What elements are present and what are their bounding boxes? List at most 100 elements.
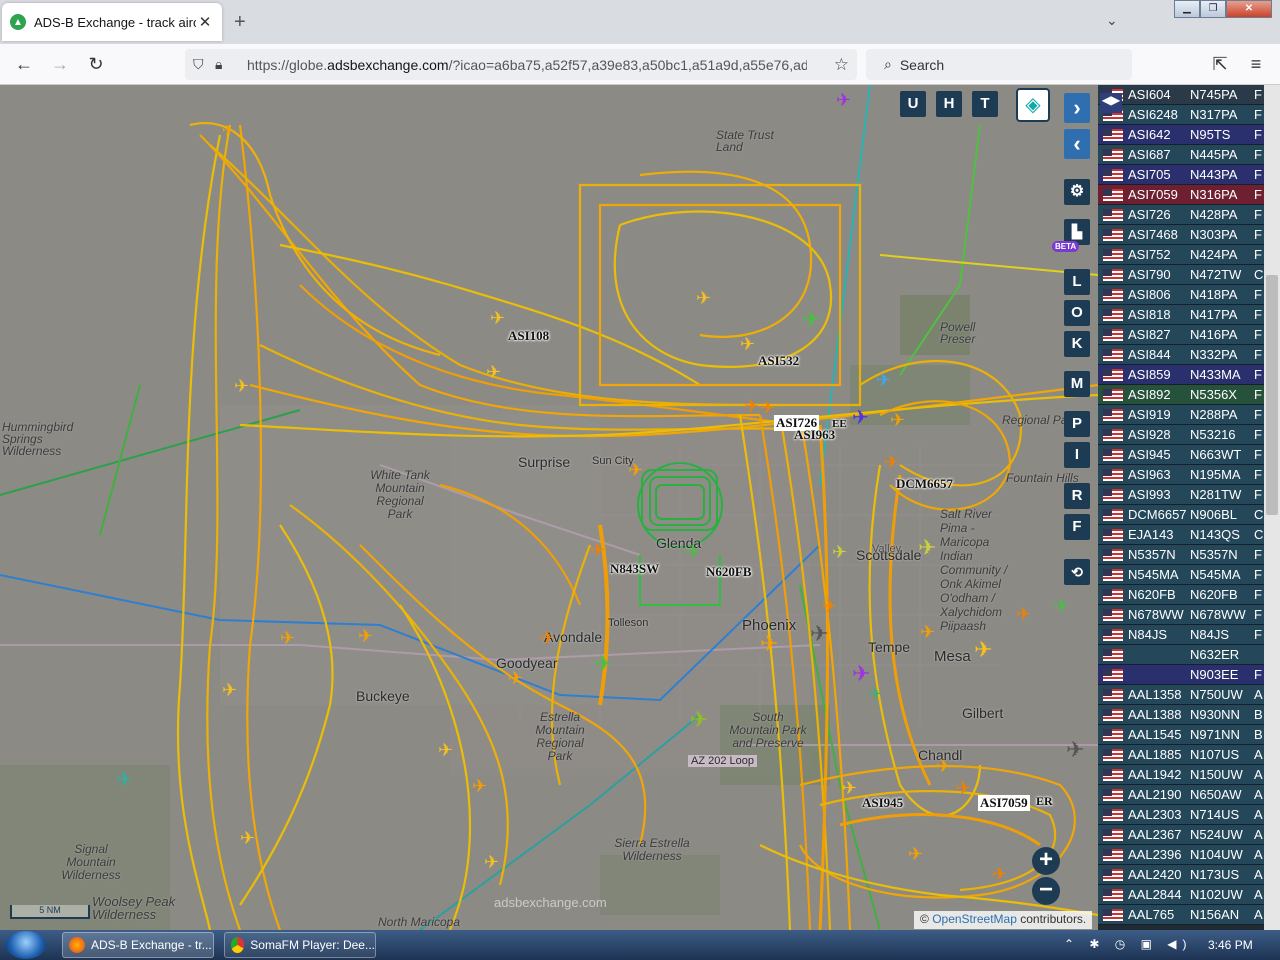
tracking-shield-icon[interactable]: ⛉ [193,56,215,73]
lock-icon[interactable]: 🔒︎ [215,56,237,73]
flight-map[interactable]: Hummingbird Springs Wilderness White Tan… [0,85,1098,930]
table-row[interactable]: ASI993 N281TW F [1098,485,1266,505]
aircraft-label[interactable]: ASI963 [794,427,835,443]
back-icon[interactable]: ← [12,53,36,77]
table-row[interactable]: ASI687 N445PA F [1098,145,1266,165]
table-row[interactable]: ASI844 N332PA F [1098,345,1266,365]
system-tray[interactable]: ⌃ ✱ ◷ ▣ ◀) [1064,937,1192,951]
aircraft-icon[interactable]: ✈ [686,543,701,561]
aircraft-icon[interactable]: ✈ [920,623,935,641]
map-button-r[interactable]: R [1064,483,1090,509]
table-row[interactable]: N678WW N678WW F [1098,605,1266,625]
table-row[interactable]: AAL1358 N750UW A [1098,685,1266,705]
aircraft-label[interactable]: ASI945 [862,795,903,811]
table-row[interactable]: ASI919 N288PA F [1098,405,1266,425]
aircraft-label[interactable]: DCM6657 [896,476,953,492]
aircraft-icon[interactable]: ✈ [1016,605,1031,623]
table-row[interactable]: ASI705 N443PA F [1098,165,1266,185]
table-row[interactable]: ASI859 N433MA F [1098,365,1266,385]
aircraft-icon[interactable]: ✈ [810,623,828,645]
table-row[interactable]: ASI7468 N303PA F [1098,225,1266,245]
scrollbar-thumb[interactable] [1266,275,1278,515]
aircraft-icon[interactable]: ✈ [490,309,505,327]
aircraft-icon[interactable]: ✈ [760,633,778,655]
aircraft-icon[interactable]: ✈ [116,770,133,790]
table-row[interactable]: AAL2396 N104UW A [1098,845,1266,865]
aircraft-label[interactable]: N843SW [610,561,659,577]
map-button-p[interactable]: P [1064,411,1090,437]
aircraft-icon[interactable]: ✈ [590,541,605,559]
aircraft-icon[interactable]: ✈ [222,121,234,139]
aircraft-icon[interactable]: ✈ [486,363,501,381]
aircraft-icon[interactable]: ✈ [822,597,837,615]
table-row[interactable]: ASI6248 N317PA F [1098,105,1266,125]
aircraft-icon[interactable]: ✈ [876,371,891,389]
sidebar-scrollbar[interactable] [1264,85,1280,930]
table-row[interactable]: AAL1885 N107US A [1098,745,1266,765]
extensions-icon[interactable]: ⇱ [1208,53,1232,77]
table-row[interactable]: AAL1942 N150UW A [1098,765,1266,785]
aircraft-icon[interactable]: ✈ [1054,597,1069,615]
replay-icon[interactable]: ⟲ [1064,559,1090,585]
aircraft-label[interactable]: N620FB [706,564,752,580]
map-button-l[interactable]: L [1064,269,1090,295]
aircraft-label[interactable]: ASI7059 [978,795,1030,811]
aircraft-icon[interactable]: ✈ [484,853,499,871]
table-row[interactable]: AAL765 N156AN A [1098,905,1266,925]
aircraft-icon[interactable]: ✈ [744,397,759,415]
table-row[interactable]: ASI892 N5356X F [1098,385,1266,405]
aircraft-icon[interactable]: ✈ [842,779,857,797]
table-row[interactable]: ASI806 N418PA F [1098,285,1266,305]
aircraft-icon[interactable]: ✈ [740,335,755,353]
aircraft-icon[interactable]: ✈ [628,461,643,479]
table-row[interactable]: AAL2844 N102UW A [1098,885,1266,905]
settings-gear-icon[interactable]: ⚙ [1064,179,1090,205]
map-button-k[interactable]: K [1064,331,1090,357]
table-row[interactable]: AAL2190 N650AW A [1098,785,1266,805]
aircraft-icon[interactable]: ✈ [852,663,870,685]
table-row[interactable]: N545MA N545MA F [1098,565,1266,585]
aircraft-label[interactable]: ER [1036,794,1053,809]
close-icon[interactable]: ✕ [196,13,214,31]
zoom-out-button[interactable]: − [1032,877,1060,905]
table-row[interactable]: N84JS N84JS F [1098,625,1266,645]
table-row[interactable]: ASI642 N95TS F [1098,125,1266,145]
map-button-u[interactable]: U [900,91,926,117]
chevron-down-icon[interactable]: ⌄ [1106,12,1118,29]
zoom-in-button[interactable]: + [1032,847,1060,875]
layers-icon[interactable]: ◈ [1016,88,1050,122]
map-button-o[interactable]: O [1064,300,1090,326]
table-row[interactable]: AAL2303 N714US A [1098,805,1266,825]
aircraft-icon[interactable]: ✈ [802,309,820,331]
chevron-left-icon[interactable]: ‹ [1064,129,1090,159]
table-row[interactable]: ASI726 N428PA F [1098,205,1266,225]
table-row[interactable]: AAL1388 N930NN B [1098,705,1266,725]
aircraft-icon[interactable]: ✈ [508,669,523,687]
aircraft-icon[interactable]: ✈ [1066,739,1084,761]
aircraft-icon[interactable]: ✈ [956,779,971,797]
aircraft-icon[interactable]: ✈ [884,453,899,471]
forward-icon[interactable]: → [48,53,72,77]
start-button[interactable] [6,931,46,959]
aircraft-label[interactable]: EE [832,418,847,430]
table-row[interactable]: N5357N N5357N F [1098,545,1266,565]
aircraft-icon[interactable]: ✈ [974,639,992,661]
aircraft-icon[interactable]: ✈ [852,408,869,428]
table-row[interactable]: AAL2420 N173US A [1098,865,1266,885]
aircraft-icon[interactable]: ✈ [240,829,255,847]
aircraft-icon[interactable]: ✈ [280,629,295,647]
map-button-h[interactable]: H [936,91,962,117]
table-row[interactable]: ASI945 N663WT F [1098,445,1266,465]
aircraft-icon[interactable]: ✈ [992,865,1007,883]
osm-link[interactable]: OpenStreetMap [932,912,1017,926]
aircraft-icon[interactable]: ✈ [234,377,249,395]
taskbar-item-chrome[interactable]: SomaFM Player: Dee... [224,932,376,958]
reload-icon[interactable]: ↻ [84,53,108,77]
table-row[interactable]: ASI790 N472TW C [1098,265,1266,285]
table-row[interactable]: N620FB N620FB F [1098,585,1266,605]
aircraft-icon[interactable]: ✈ [908,845,923,863]
url-text[interactable]: https://globe.adsbexchange.com/?icao=a6b… [247,57,807,73]
aircraft-icon[interactable]: ✈ [594,653,612,675]
table-row[interactable]: EJA143 N143QS C [1098,525,1266,545]
minimize-button[interactable]: ▁ [1174,0,1200,18]
